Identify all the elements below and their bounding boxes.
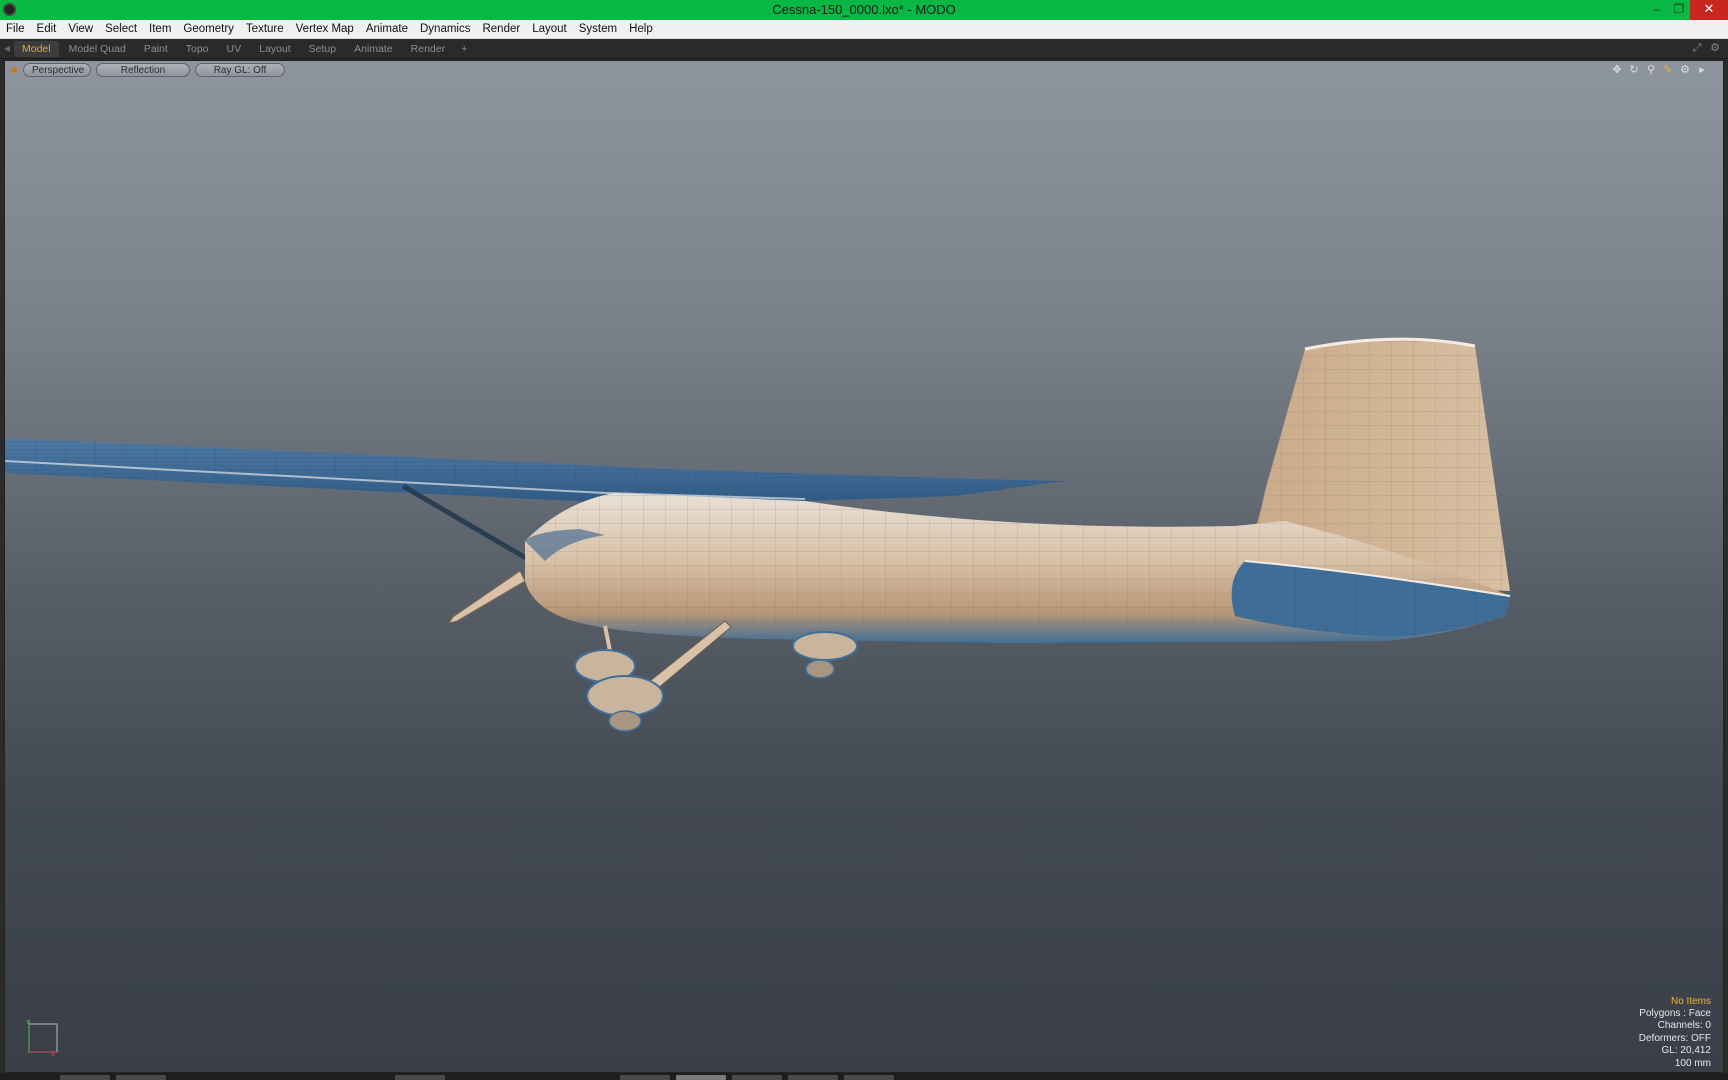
tab-setup[interactable]: Setup <box>301 41 344 57</box>
axis-y-label: Y <box>25 1019 30 1026</box>
menu-select[interactable]: Select <box>105 23 137 35</box>
bottom-bar <box>0 1073 1728 1080</box>
propeller <box>447 570 526 624</box>
menu-geometry[interactable]: Geometry <box>183 23 234 35</box>
viewport-toolbar: Perspective Reflection Ray GL: Off ✥ ↻ ⚲… <box>5 61 1723 79</box>
ray-gl-button[interactable]: Ray GL: Off <box>195 63 285 77</box>
settings-icon[interactable]: ⚙ <box>1708 41 1722 55</box>
menu-help[interactable]: Help <box>629 23 653 35</box>
tab-render[interactable]: Render <box>403 41 453 57</box>
tab-model-quad[interactable]: Model Quad <box>61 41 134 57</box>
window-controls: – ❐ ✕ <box>1646 0 1728 20</box>
tab-uv[interactable]: UV <box>219 41 250 57</box>
title-bar: Cessna-150_0000.lxo* - MODO – ❐ ✕ <box>0 0 1728 20</box>
menu-bar: File Edit View Select Item Geometry Text… <box>0 20 1728 39</box>
menu-item[interactable]: Item <box>149 23 171 35</box>
bottom-tab[interactable] <box>732 1075 782 1080</box>
menu-file[interactable]: File <box>6 23 25 35</box>
gl-status: GL: 20,412 <box>1661 1045 1711 1057</box>
arrow-right-icon[interactable]: ▸ <box>1695 63 1709 77</box>
wing <box>5 439 1065 505</box>
airplane-scene[interactable] <box>5 61 1724 1073</box>
menu-edit[interactable]: Edit <box>37 23 57 35</box>
tab-layout[interactable]: Layout <box>251 41 299 57</box>
menu-render[interactable]: Render <box>482 23 520 35</box>
selection-status: No Items <box>1670 995 1711 1007</box>
grid-size-status: 100 mm <box>1674 1057 1711 1069</box>
bottom-tab[interactable] <box>60 1075 110 1080</box>
landing-gear <box>574 620 858 732</box>
menu-dynamics[interactable]: Dynamics <box>420 23 470 35</box>
zoom-view-icon[interactable]: ⚲ <box>1644 63 1658 77</box>
restore-button[interactable]: ❐ <box>1668 0 1690 20</box>
tab-topo[interactable]: Topo <box>178 41 217 57</box>
viewport-status: No Items Polygons : Face Channels: 0 Def… <box>1639 996 1711 1070</box>
shading-mode-button[interactable]: Reflection <box>96 63 190 77</box>
tabbar-right-icons: ⤢ ⚙ <box>1690 41 1722 55</box>
axis-x-label: X <box>51 1051 55 1056</box>
menu-system[interactable]: System <box>579 23 617 35</box>
tabbar-grip-icon[interactable]: ◀ <box>0 39 14 59</box>
channels-status: Channels: 0 <box>1657 1020 1711 1032</box>
bottom-tab[interactable] <box>844 1075 894 1080</box>
tab-paint[interactable]: Paint <box>136 41 176 57</box>
3d-viewport[interactable]: Perspective Reflection Ray GL: Off ✥ ↻ ⚲… <box>4 60 1724 1073</box>
move-view-icon[interactable]: ✥ <box>1610 63 1624 77</box>
menu-vertex-map[interactable]: Vertex Map <box>296 23 354 35</box>
viewport-menu-dot[interactable] <box>11 67 17 73</box>
maximize-viewport-icon[interactable]: ⤢ <box>1690 41 1704 55</box>
bottom-tab[interactable] <box>676 1075 726 1080</box>
tab-model[interactable]: Model <box>14 40 59 57</box>
viewport-nav-icons: ✥ ↻ ⚲ ✎ ⚙ ▸ <box>1610 63 1709 77</box>
tab-animate[interactable]: Animate <box>346 41 401 57</box>
deformers-status: Deformers: OFF <box>1638 1032 1711 1044</box>
polygons-status: Polygons : Face <box>1639 1007 1711 1019</box>
rotate-view-icon[interactable]: ↻ <box>1627 63 1641 77</box>
axis-widget: Y X <box>25 1019 58 1056</box>
modo-app-icon <box>3 3 16 16</box>
bottom-tab[interactable] <box>395 1075 445 1080</box>
menu-texture[interactable]: Texture <box>246 23 284 35</box>
pen-icon[interactable]: ✎ <box>1661 63 1675 77</box>
minimize-button[interactable]: – <box>1646 0 1668 20</box>
menu-layout[interactable]: Layout <box>532 23 567 35</box>
add-tab-button[interactable]: + <box>455 43 473 55</box>
menu-animate[interactable]: Animate <box>366 23 408 35</box>
bottom-tab[interactable] <box>116 1075 166 1080</box>
bottom-tab[interactable] <box>788 1075 838 1080</box>
gear-icon[interactable]: ⚙ <box>1678 63 1692 77</box>
close-button[interactable]: ✕ <box>1690 0 1728 20</box>
menu-view[interactable]: View <box>68 23 93 35</box>
layout-tab-bar: ◀ Model Model Quad Paint Topo UV Layout … <box>0 39 1728 59</box>
window-title: Cessna-150_0000.lxo* - MODO <box>772 2 956 17</box>
view-mode-button[interactable]: Perspective <box>23 63 91 77</box>
bottom-tab[interactable] <box>620 1075 670 1080</box>
